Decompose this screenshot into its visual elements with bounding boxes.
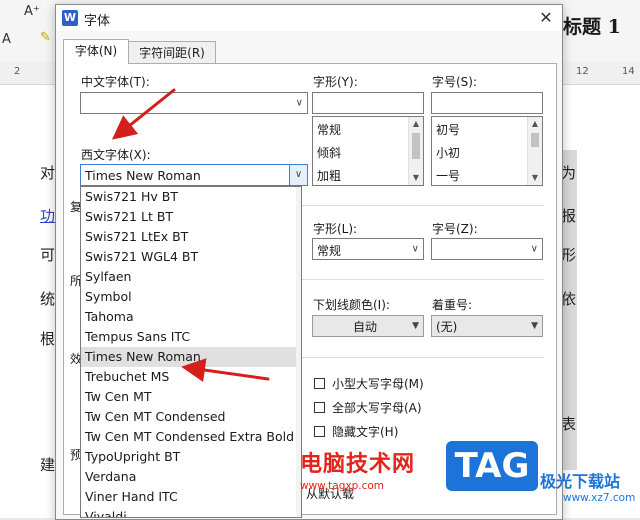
dialog-title: 字体	[84, 14, 111, 29]
underline-color-value: 自动	[353, 320, 378, 334]
chevron-down-icon[interactable]: ∨	[289, 165, 307, 185]
size-input[interactable]	[431, 92, 543, 114]
style-label: 字形(Y):	[313, 75, 358, 89]
list-item[interactable]: 一号	[436, 167, 460, 184]
font-format-button[interactable]: A	[2, 32, 11, 47]
list-item[interactable]: 小初	[436, 144, 460, 161]
font-option[interactable]: Viner Hand ITC	[81, 487, 297, 507]
watermark-site-url: www.xz7.com	[563, 492, 636, 504]
doc-char: 统	[40, 290, 56, 308]
doc-char: 对	[40, 164, 56, 182]
heading-style[interactable]: 标题 1	[563, 12, 621, 39]
triangle-down-icon: ▼	[412, 321, 419, 331]
divider	[300, 357, 544, 358]
style-listbox[interactable]: 常规 倾斜 加粗 ▲ ▼	[312, 116, 424, 186]
tab-char-spacing[interactable]: 字符间距(R)	[128, 41, 216, 64]
underline-color-label: 下划线颜色(I):	[313, 298, 390, 312]
font-option[interactable]: Swis721 WGL4 BT	[81, 247, 297, 267]
font-option[interactable]: Swis721 LtEx BT	[81, 227, 297, 247]
size2-label: 字号(Z):	[432, 222, 478, 236]
font-option[interactable]: Trebuchet MS	[81, 367, 297, 387]
tab-font[interactable]: 字体(N)	[63, 39, 129, 64]
list-item[interactable]: 加粗	[317, 167, 341, 184]
doc-char: 依	[561, 290, 577, 308]
ruler-num: 2	[14, 66, 21, 77]
chevron-down-icon: ∨	[530, 243, 538, 255]
font-option[interactable]: Tempus Sans ITC	[81, 327, 297, 347]
font-option[interactable]: Tw Cen MT Condensed	[81, 407, 297, 427]
font-option[interactable]: Symbol	[81, 287, 297, 307]
doc-char: 功	[40, 207, 56, 225]
doc-char: 根	[40, 330, 56, 348]
western-font-combo[interactable]: Times New Roman ∨	[80, 164, 308, 186]
style2-combo[interactable]: 常规 ∨	[312, 238, 424, 260]
highlighter-icon[interactable]: ✎	[40, 30, 51, 45]
underline-color-dropdown[interactable]: 自动 ▼	[312, 315, 424, 337]
scroll-thumb[interactable]	[412, 133, 420, 159]
list-item[interactable]: 初号	[436, 121, 460, 138]
close-button[interactable]: ✕	[534, 7, 558, 29]
size2-combo[interactable]: ∨	[431, 238, 543, 260]
watermark-site: 极光下载站	[540, 472, 621, 491]
ruler-num: 12	[576, 66, 589, 77]
hidden-text-checkbox[interactable]	[314, 426, 325, 437]
font-option[interactable]: Swis721 Lt BT	[81, 207, 297, 227]
list-item[interactable]: 常规	[317, 121, 341, 138]
divider	[300, 205, 544, 206]
tag-logo: TAG	[446, 441, 538, 491]
cn-font-combo[interactable]: ∨	[80, 92, 308, 114]
style2-value: 常规	[317, 244, 342, 258]
doc-char: 建	[40, 456, 56, 474]
font-option[interactable]: Verdana	[81, 467, 297, 487]
font-option[interactable]: Swis721 Hv BT	[81, 187, 297, 207]
scrollbar[interactable]: ▲ ▼	[527, 117, 542, 185]
doc-char: 可	[40, 246, 56, 264]
watermark-title: 电脑技术网	[300, 452, 416, 477]
scroll-thumb[interactable]	[531, 133, 539, 147]
western-font-dropdown-list[interactable]: Swis721 Hv BT Swis721 Lt BT Swis721 LtEx…	[80, 186, 302, 518]
dialog-titlebar[interactable]: W 字体 ✕	[56, 5, 562, 31]
scrollbar[interactable]: ▲ ▼	[408, 117, 423, 185]
font-option[interactable]: TypoUpright BT	[81, 447, 297, 467]
cn-font-label: 中文字体(T):	[81, 75, 150, 89]
scroll-up-icon[interactable]: ▲	[409, 117, 423, 131]
style-input[interactable]	[312, 92, 424, 114]
chevron-down-icon: ∨	[411, 243, 419, 255]
triangle-down-icon: ▼	[531, 321, 538, 331]
doc-char: 表	[561, 415, 577, 433]
all-caps-label[interactable]: 全部大写字母(A)	[332, 399, 422, 416]
emphasis-dropdown[interactable]: (无) ▼	[431, 315, 543, 337]
style2-label: 字形(L):	[313, 222, 358, 236]
chevron-down-icon: ∨	[295, 97, 303, 109]
scroll-down-icon[interactable]: ▼	[528, 171, 542, 185]
list-item[interactable]: 倾斜	[317, 144, 341, 161]
western-font-label: 西文字体(X):	[81, 148, 151, 162]
doc-char: 形	[561, 246, 577, 264]
font-option[interactable]: Vivaldi	[81, 507, 297, 517]
ruler-num: 14	[622, 66, 635, 77]
font-option-selected[interactable]: Times New Roman	[81, 347, 297, 367]
font-option[interactable]: Tahoma	[81, 307, 297, 327]
divider	[300, 279, 544, 280]
small-caps-checkbox[interactable]	[314, 378, 325, 389]
hidden-text-label[interactable]: 隐藏文字(H)	[332, 423, 398, 440]
all-caps-checkbox[interactable]	[314, 402, 325, 413]
size-listbox[interactable]: 初号 小初 一号 ▲ ▼	[431, 116, 543, 186]
grow-font-button[interactable]: A⁺	[24, 4, 40, 19]
emphasis-label: 着重号:	[432, 298, 473, 312]
watermark-url: www.tagxp.com	[300, 480, 384, 492]
wps-app-icon: W	[62, 10, 78, 26]
small-caps-label[interactable]: 小型大写字母(M)	[332, 375, 424, 392]
doc-char: 报	[561, 207, 577, 225]
doc-char: 为	[561, 164, 577, 182]
size-label: 字号(S):	[432, 75, 478, 89]
western-font-value: Times New Roman	[85, 168, 201, 183]
font-option[interactable]: Sylfaen	[81, 267, 297, 287]
font-option[interactable]: Tw Cen MT Condensed Extra Bold	[81, 427, 297, 447]
scroll-down-icon[interactable]: ▼	[409, 171, 423, 185]
font-option[interactable]: Tw Cen MT	[81, 387, 297, 407]
emphasis-value: (无)	[436, 320, 458, 334]
scroll-up-icon[interactable]: ▲	[528, 117, 542, 131]
